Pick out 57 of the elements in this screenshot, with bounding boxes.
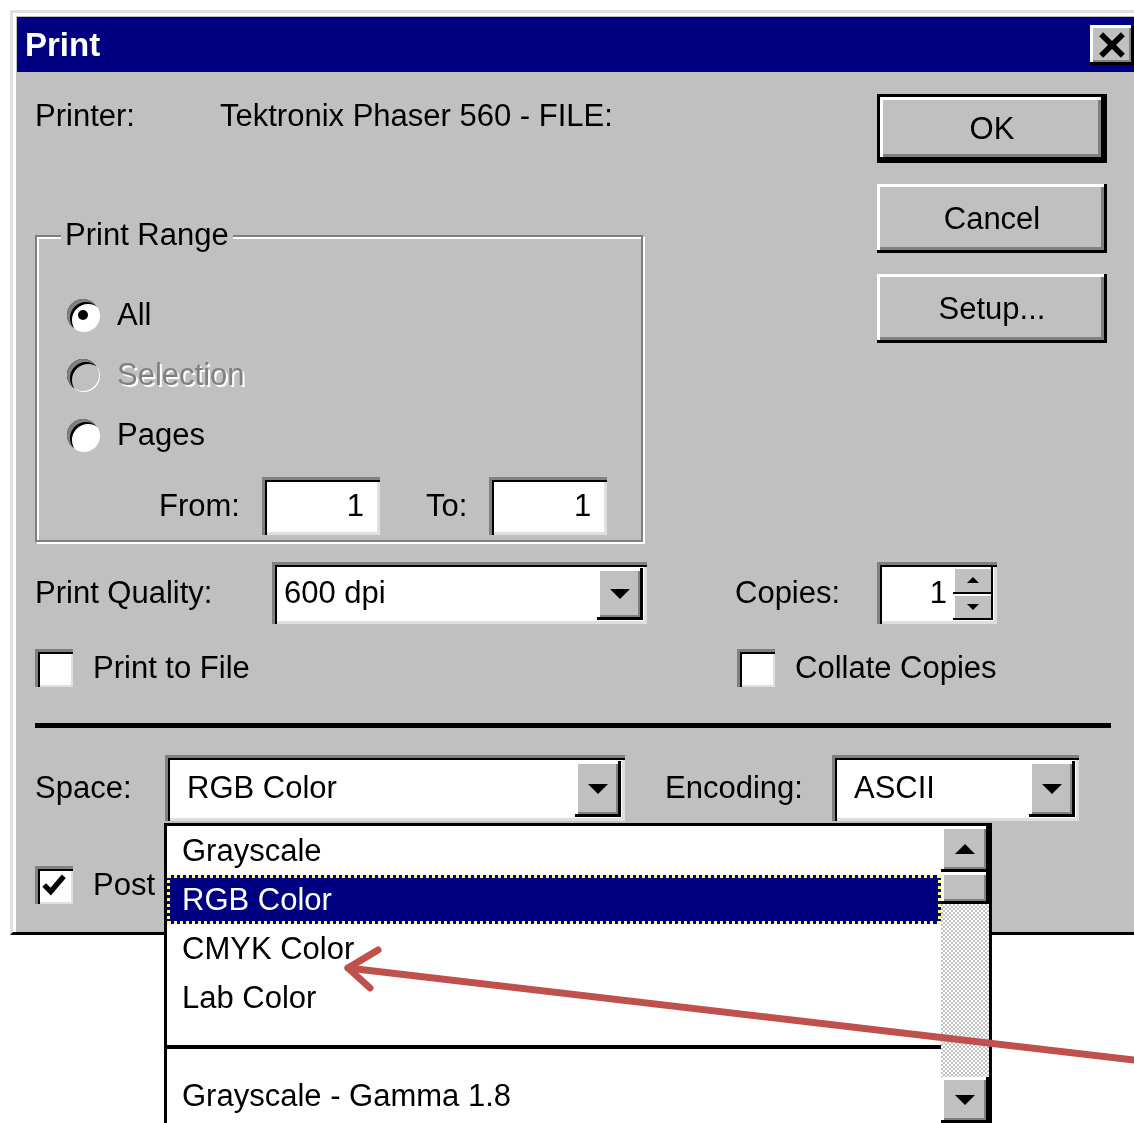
check-icon bbox=[42, 874, 66, 896]
printer-label: Printer: bbox=[35, 98, 136, 134]
dropdown-button[interactable] bbox=[1029, 761, 1075, 817]
list-item[interactable]: Grayscale bbox=[167, 826, 941, 875]
spin-down-button[interactable] bbox=[953, 593, 993, 620]
dropdown-button[interactable] bbox=[597, 568, 643, 620]
down-arrow-icon bbox=[955, 1095, 975, 1105]
list-item[interactable]: CMYK Color bbox=[167, 924, 941, 973]
spin-up-button[interactable] bbox=[953, 567, 993, 594]
quality-label: Print Quality: bbox=[35, 575, 214, 611]
checkbox[interactable] bbox=[35, 649, 73, 687]
from-field[interactable]: 1 bbox=[261, 477, 380, 535]
up-arrow-icon bbox=[955, 844, 975, 854]
close-button[interactable] bbox=[1090, 24, 1134, 65]
encoding-dropdown[interactable]: ASCII bbox=[832, 755, 1079, 821]
scroll-up-button[interactable] bbox=[941, 826, 989, 872]
radio-label: Pages bbox=[117, 417, 205, 453]
combo-value: ASCII bbox=[854, 770, 936, 806]
radio-button[interactable] bbox=[67, 299, 99, 331]
copies-label: Copies: bbox=[735, 575, 842, 611]
copies-value: 1 bbox=[928, 574, 948, 612]
space-label: Space: bbox=[35, 770, 133, 806]
down-arrow-icon bbox=[967, 603, 979, 610]
printer-name: Tektronix Phaser 560 - FILE: bbox=[220, 98, 613, 134]
combo-value: 600 dpi bbox=[284, 575, 387, 611]
checkbox[interactable] bbox=[737, 649, 775, 687]
checkbox-label: Print to File bbox=[93, 650, 250, 686]
to-field[interactable]: 1 bbox=[489, 477, 608, 535]
radio-button[interactable] bbox=[67, 419, 99, 451]
up-arrow-icon bbox=[967, 577, 979, 584]
checkbox-label: Post bbox=[93, 867, 156, 903]
list-item[interactable]: Lab Color bbox=[167, 973, 941, 1022]
combo-value: RGB Color bbox=[187, 770, 338, 806]
window-title: Print bbox=[25, 25, 101, 64]
dialog-button[interactable]: Setup... bbox=[877, 274, 1107, 343]
caret-icon bbox=[588, 784, 608, 794]
checkbox[interactable] bbox=[35, 866, 73, 904]
caret-icon bbox=[1042, 784, 1062, 794]
quality-dropdown[interactable]: 600 dpi bbox=[272, 562, 647, 624]
caret-icon bbox=[610, 589, 630, 599]
checkbox-label: Collate Copies bbox=[795, 650, 997, 686]
close-icon bbox=[1099, 31, 1125, 58]
to-label: To: bbox=[425, 488, 468, 524]
scrollbar[interactable] bbox=[941, 826, 989, 1123]
space-dropdown[interactable]: RGB Color bbox=[165, 755, 625, 821]
dialog-button[interactable]: OK bbox=[877, 94, 1107, 163]
scroll-thumb[interactable] bbox=[941, 872, 989, 904]
copies-spinner[interactable]: 1 bbox=[877, 562, 997, 624]
encoding-label: Encoding: bbox=[665, 770, 804, 806]
scroll-down-button[interactable] bbox=[941, 1077, 989, 1123]
dropdown-button[interactable] bbox=[575, 761, 621, 817]
list-item[interactable]: Grayscale - Gamma 1.8 bbox=[167, 1071, 941, 1120]
from-label: From: bbox=[159, 488, 240, 524]
radio-label: All bbox=[117, 297, 152, 333]
list-item[interactable]: RGB Color bbox=[167, 875, 941, 924]
radio-label: Selection bbox=[117, 357, 245, 393]
dialog-button[interactable]: Cancel bbox=[877, 184, 1107, 253]
